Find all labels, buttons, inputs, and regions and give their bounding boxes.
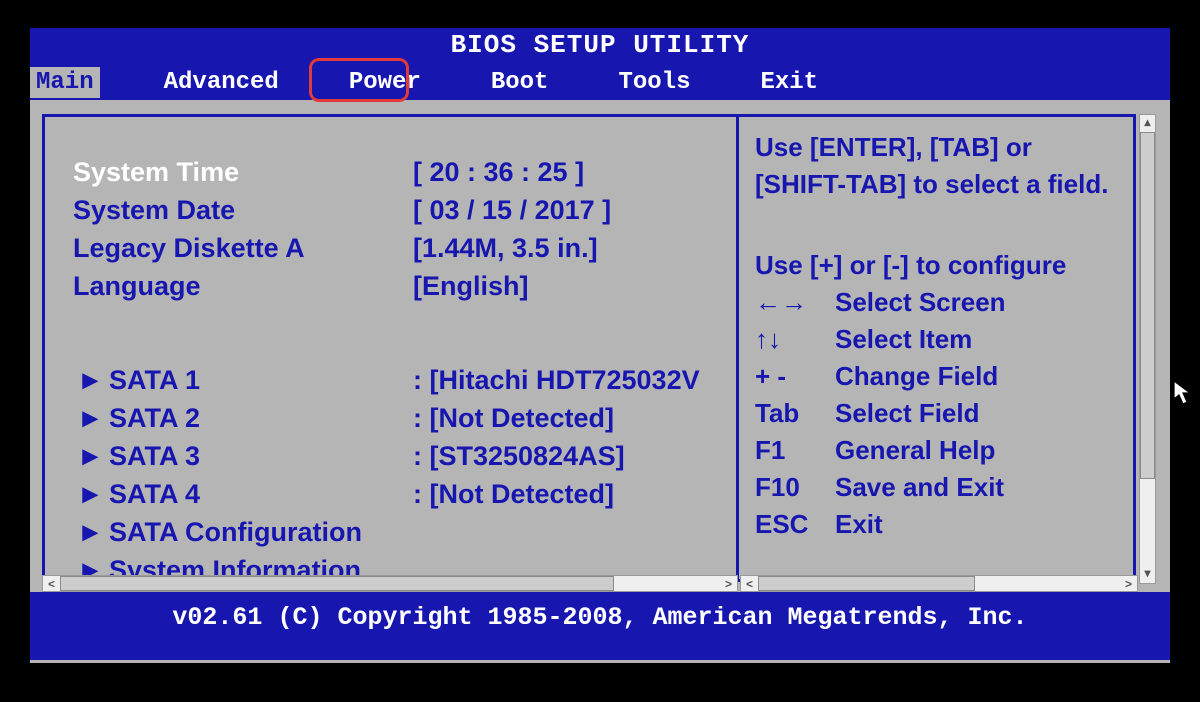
vscrollbar[interactable]: ▴ ▾	[1139, 114, 1156, 584]
desc-general-help: General Help	[835, 432, 995, 469]
nav-general-help: F1 General Help	[755, 432, 1123, 469]
label-language: Language	[73, 267, 413, 305]
bios-window: BIOS SETUP UTILITY Main Advanced Power B…	[30, 28, 1170, 663]
label-legacy-diskette: Legacy Diskette A	[73, 229, 413, 267]
submenu-sata4[interactable]: ► SATA 4 : [Not Detected]	[73, 475, 726, 513]
key-arrows-lr: ←→	[755, 284, 835, 321]
footer-text: v02.61 (C) Copyright 1985-2008, American…	[172, 603, 1027, 632]
title-bar: BIOS SETUP UTILITY	[30, 28, 1170, 64]
triangle-icon: ►	[73, 475, 109, 513]
desc-save-exit: Save and Exit	[835, 469, 1004, 506]
label-sata3: SATA 3	[109, 437, 413, 475]
row-system-time[interactable]: System Time [ 20 : 36 : 25 ]	[73, 153, 726, 191]
value-system-time[interactable]: [ 20 : 36 : 25 ]	[413, 153, 584, 191]
scroll-left-icon[interactable]: <	[741, 577, 758, 591]
triangle-icon: ►	[73, 437, 109, 475]
submenu-sata-config[interactable]: ► SATA Configuration	[73, 513, 726, 551]
value-sata3: : [ST3250824AS]	[413, 437, 625, 475]
label-sata2: SATA 2	[109, 399, 413, 437]
scroll-track[interactable]	[60, 576, 720, 591]
menu-exit[interactable]: Exit	[754, 67, 824, 98]
scroll-right-icon[interactable]: >	[1120, 577, 1137, 591]
key-esc: ESC	[755, 506, 835, 543]
key-arrows-ud: ↑↓	[755, 321, 835, 358]
menu-power[interactable]: Power	[343, 67, 427, 98]
menu-boot[interactable]: Boot	[485, 67, 555, 98]
key-tab: Tab	[755, 395, 835, 432]
panel-main-settings: System Time [ 20 : 36 : 25 ] System Date…	[45, 117, 739, 579]
triangle-icon: ►	[73, 361, 109, 399]
value-sata1: : [Hitachi HDT725032V	[413, 361, 700, 399]
submenu-group: ► SATA 1 : [Hitachi HDT725032V ► SATA 2 …	[73, 361, 726, 579]
menu-main[interactable]: Main	[30, 67, 100, 98]
label-sata-config: SATA Configuration	[109, 513, 413, 551]
nav-save-exit: F10 Save and Exit	[755, 469, 1123, 506]
value-system-date[interactable]: [ 03 / 15 / 2017 ]	[413, 191, 611, 229]
desc-select-field: Select Field	[835, 395, 980, 432]
value-legacy-diskette[interactable]: [1.44M, 3.5 in.]	[413, 229, 598, 267]
key-f10: F10	[755, 469, 835, 506]
scroll-left-icon[interactable]: <	[43, 577, 60, 591]
key-f1: F1	[755, 432, 835, 469]
label-sata1: SATA 1	[109, 361, 413, 399]
label-sata4: SATA 4	[109, 475, 413, 513]
hscrollbar-right[interactable]: < >	[740, 575, 1138, 592]
scroll-up-icon[interactable]: ▴	[1144, 115, 1150, 132]
scroll-track[interactable]	[1140, 132, 1155, 566]
content-area: System Time [ 20 : 36 : 25 ] System Date…	[30, 100, 1170, 592]
value-sata2: : [Not Detected]	[413, 399, 614, 437]
menu-advanced[interactable]: Advanced	[158, 67, 285, 98]
triangle-icon: ►	[73, 399, 109, 437]
label-system-time: System Time	[73, 153, 413, 191]
scroll-right-icon[interactable]: >	[720, 577, 737, 591]
submenu-sata3[interactable]: ► SATA 3 : [ST3250824AS]	[73, 437, 726, 475]
desc-exit: Exit	[835, 506, 883, 543]
value-language[interactable]: [English]	[413, 267, 529, 305]
title-text: BIOS SETUP UTILITY	[451, 30, 750, 60]
desc-change-field: Change Field	[835, 358, 998, 395]
triangle-icon: ►	[73, 513, 109, 551]
nav-select-screen: ←→ Select Screen	[755, 284, 1123, 321]
submenu-sata2[interactable]: ► SATA 2 : [Not Detected]	[73, 399, 726, 437]
footer-bar: v02.61 (C) Copyright 1985-2008, American…	[30, 592, 1170, 660]
submenu-sata1[interactable]: ► SATA 1 : [Hitachi HDT725032V	[73, 361, 726, 399]
row-language[interactable]: Language [English]	[73, 267, 726, 305]
nav-select-field: Tab Select Field	[755, 395, 1123, 432]
help-text-1: Use [ENTER], [TAB] or [SHIFT-TAB] to sel…	[755, 129, 1123, 203]
mouse-cursor-icon	[1173, 380, 1193, 406]
nav-exit: ESC Exit	[755, 506, 1123, 543]
label-system-date: System Date	[73, 191, 413, 229]
menu-tools[interactable]: Tools	[612, 67, 696, 98]
menu-bar: Main Advanced Power Boot Tools Exit	[30, 64, 1170, 100]
scroll-down-icon[interactable]: ▾	[1144, 566, 1150, 583]
hscrollbar-left[interactable]: < >	[42, 575, 738, 592]
desc-select-item: Select Item	[835, 321, 972, 358]
help-text-2: Use [+] or [-] to configure	[755, 247, 1123, 284]
nav-change-field: + - Change Field	[755, 358, 1123, 395]
panels: System Time [ 20 : 36 : 25 ] System Date…	[42, 114, 1136, 582]
scroll-track[interactable]	[758, 576, 1120, 591]
desc-select-screen: Select Screen	[835, 284, 1006, 321]
nav-select-item: ↑↓ Select Item	[755, 321, 1123, 358]
row-system-date[interactable]: System Date [ 03 / 15 / 2017 ]	[73, 191, 726, 229]
key-plusminus: + -	[755, 358, 835, 395]
row-legacy-diskette[interactable]: Legacy Diskette A [1.44M, 3.5 in.]	[73, 229, 726, 267]
value-sata4: : [Not Detected]	[413, 475, 614, 513]
panel-help: Use [ENTER], [TAB] or [SHIFT-TAB] to sel…	[739, 117, 1133, 579]
